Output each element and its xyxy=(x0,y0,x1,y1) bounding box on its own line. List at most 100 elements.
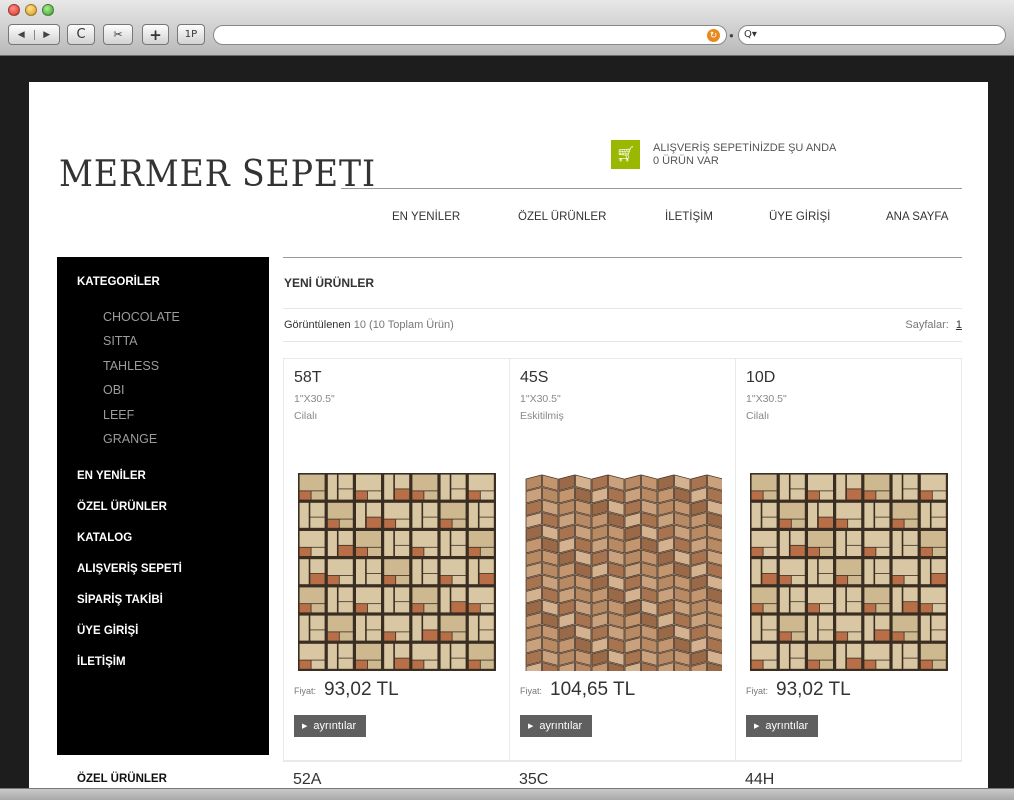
sidebar-link-member-login[interactable]: ÜYE GİRİŞİ xyxy=(77,625,138,637)
mosaic-piece xyxy=(311,660,325,669)
details-button[interactable]: ▶ ayrıntılar xyxy=(520,715,592,737)
mosaic-piece xyxy=(762,630,777,641)
browser-toolbar: ◀ ▶ C ✂ + 1P ↻ ● Q▾ xyxy=(0,0,1014,56)
site-logo[interactable]: MERMER SEPETI xyxy=(59,154,376,195)
mosaic-piece xyxy=(864,559,874,585)
main-divider xyxy=(283,257,962,258)
sidebar-category-item[interactable]: TAHLESS xyxy=(103,359,159,373)
sidebar-category-item[interactable]: CHOCOLATE xyxy=(103,310,180,324)
mosaic-piece xyxy=(327,632,339,641)
mosaic-piece xyxy=(394,474,410,489)
mosaic-piece xyxy=(903,643,918,658)
forward-button[interactable]: ▶ xyxy=(35,30,60,40)
mosaic-piece xyxy=(299,615,309,641)
sidebar-link-newest[interactable]: EN YENİLER xyxy=(77,470,146,482)
mosaic-piece xyxy=(903,531,918,545)
product-code[interactable]: 52A xyxy=(293,771,321,788)
mosaic-piece xyxy=(356,547,368,556)
mosaic-piece xyxy=(846,643,862,658)
mosaic-piece xyxy=(779,632,791,641)
mosaic-piece xyxy=(864,547,876,556)
sidebar-link-catalog[interactable]: KATALOG xyxy=(77,532,132,544)
mosaic-piece xyxy=(299,502,309,528)
mosaic-piece xyxy=(818,573,833,585)
mosaic-piece xyxy=(394,545,410,556)
nav-special-products[interactable]: ÖZEL ÜRÜNLER xyxy=(518,211,606,223)
mosaic-piece xyxy=(751,604,763,613)
mosaic-piece xyxy=(394,489,410,500)
product-image[interactable] xyxy=(750,473,948,671)
mosaic-piece xyxy=(892,587,902,613)
mosaic-piece xyxy=(751,474,777,491)
mosaic-piece xyxy=(311,491,325,500)
nav-newest[interactable]: EN YENİLER xyxy=(392,211,460,223)
mosaic-piece xyxy=(412,559,422,585)
details-button-label: ayrıntılar xyxy=(313,720,357,732)
mosaic-piece xyxy=(779,575,791,585)
rss-icon[interactable]: ↻ xyxy=(707,29,720,42)
mosaic-piece xyxy=(424,660,438,669)
window-controls xyxy=(8,4,54,16)
pagination-label: Sayfalar: xyxy=(905,319,949,331)
sidebar-category-item[interactable]: OBI xyxy=(103,383,125,397)
sidebar-category-item[interactable]: SITTA xyxy=(103,334,138,348)
mosaic-piece xyxy=(356,559,366,585)
mosaic-piece xyxy=(836,615,862,632)
mosaic-piece xyxy=(751,587,777,604)
mosaic-piece xyxy=(931,559,946,574)
nav-contact[interactable]: İLETİŞİM xyxy=(665,211,713,223)
mosaic-piece xyxy=(751,531,777,547)
mosaic-piece xyxy=(440,519,452,528)
mosaic-piece xyxy=(920,604,932,613)
product-code[interactable]: 44H xyxy=(745,771,774,788)
product-code[interactable]: 58T xyxy=(294,369,322,387)
sidebar-link-shopping-cart[interactable]: ALIŞVERİŞ SEPETİ xyxy=(77,563,182,575)
mosaic-piece xyxy=(864,660,876,669)
mosaic-piece xyxy=(762,573,777,585)
details-button[interactable]: ▶ ayrıntılar xyxy=(746,715,818,737)
sidebar-link-contact[interactable]: İLETİŞİM xyxy=(77,656,126,668)
product-code[interactable]: 35C xyxy=(519,771,548,788)
mosaic-piece xyxy=(932,604,946,613)
zoom-window-button[interactable] xyxy=(42,4,54,16)
onepassword-button[interactable]: 1P xyxy=(177,24,205,45)
mosaic-piece xyxy=(779,587,789,613)
price-label: Fiyat: xyxy=(520,686,543,696)
mosaic-piece xyxy=(423,517,438,528)
page-title: YENİ ÜRÜNLER xyxy=(284,276,375,290)
minimize-window-button[interactable] xyxy=(25,4,37,16)
mosaic-piece xyxy=(751,547,763,556)
mosaic-piece xyxy=(299,547,311,556)
details-button[interactable]: ▶ ayrıntılar xyxy=(294,715,366,737)
product-code[interactable]: 45S xyxy=(520,369,548,387)
shopping-cart-icon[interactable]: 🛒︎ xyxy=(611,140,640,169)
mosaic-piece xyxy=(808,587,833,604)
mosaic-piece xyxy=(763,660,777,669)
reload-button[interactable]: C xyxy=(67,24,95,45)
sidebar-link-special-products[interactable]: ÖZEL ÜRÜNLER xyxy=(77,501,167,513)
address-bar[interactable]: ↻ xyxy=(213,25,727,45)
snapback-button[interactable]: ✂ xyxy=(103,24,133,45)
mosaic-piece xyxy=(384,643,394,669)
sidebar-category-item[interactable]: LEEF xyxy=(103,408,134,422)
product-image[interactable] xyxy=(298,473,496,671)
add-bookmark-button[interactable]: + xyxy=(142,24,169,45)
cart-summary[interactable]: ALIŞVERİŞ SEPETİNİZDE ŞU ANDA 0 ÜRÜN VAR xyxy=(653,142,836,168)
product-image[interactable] xyxy=(524,473,722,671)
page-link-1[interactable]: 1 xyxy=(956,319,962,331)
mosaic-piece xyxy=(836,643,846,669)
product-grid: 58T 1"X30.5" Cilalı Fiyat: 93,02 TL ▶ ayr… xyxy=(283,358,962,762)
sidebar-category-item[interactable]: GRANGE xyxy=(103,432,157,446)
close-window-button[interactable] xyxy=(8,4,20,16)
product-code[interactable]: 10D xyxy=(746,369,775,387)
cart-summary-line2: 0 ÜRÜN VAR xyxy=(653,155,719,167)
sidebar-link-order-tracking[interactable]: SİPARİŞ TAKİBİ xyxy=(77,594,163,606)
mosaic-piece xyxy=(356,502,366,528)
mosaic-piece xyxy=(751,559,761,585)
nav-member-login[interactable]: ÜYE GİRİŞİ xyxy=(769,211,830,223)
back-button[interactable]: ◀ xyxy=(9,29,35,40)
mosaic-piece xyxy=(299,604,311,613)
nav-home[interactable]: ANA SAYFA xyxy=(886,211,948,223)
mosaic-piece xyxy=(791,519,805,528)
search-field[interactable]: Q▾ xyxy=(738,25,1006,45)
